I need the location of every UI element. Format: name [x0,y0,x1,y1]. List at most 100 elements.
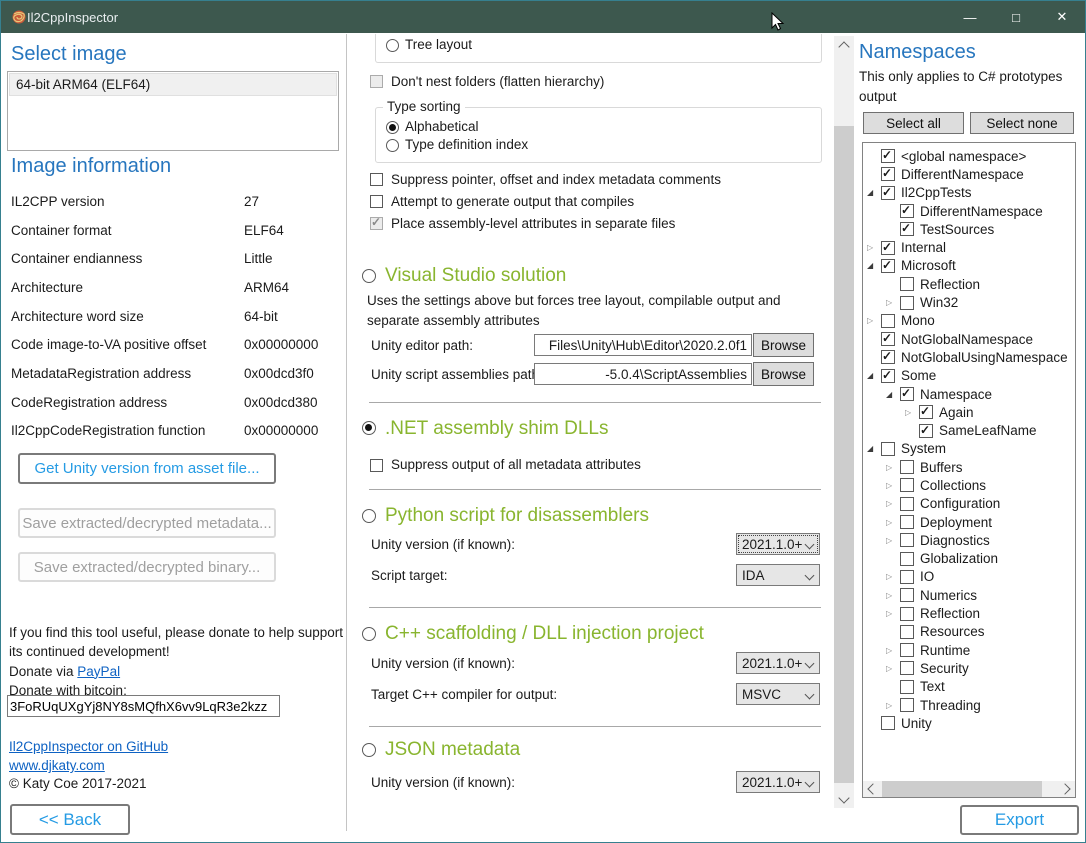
select-all-button[interactable]: Select all [863,112,964,134]
checkbox-row[interactable]: Attempt to generate output that compiles [370,191,721,213]
tree-checkbox[interactable] [900,680,914,694]
tree-item[interactable]: ▷Reflection [863,604,1075,622]
tree-item[interactable]: NotGlobalUsingNamespace [863,348,1075,366]
tree-item[interactable]: DifferentNamespace [863,202,1075,220]
tree-item[interactable]: ▷Mono [863,312,1075,330]
tree-checkbox[interactable] [900,570,914,584]
tree-checkbox[interactable] [900,387,914,401]
expander-collapsed-icon[interactable]: ▷ [886,298,900,307]
tree-checkbox[interactable] [881,442,895,456]
tree-item[interactable]: TestSources [863,220,1075,238]
python-unity-version-select[interactable]: 2021.1.0+ [736,533,820,555]
tree-checkbox[interactable] [900,643,914,657]
expander-collapsed-icon[interactable]: ▷ [886,463,900,472]
tree-item[interactable]: ▷Internal [863,238,1075,256]
expander-collapsed-icon[interactable]: ▷ [886,481,900,490]
tree-checkbox[interactable] [900,533,914,547]
tree-item[interactable]: NotGlobalNamespace [863,330,1075,348]
get-unity-version-button[interactable]: Get Unity version from asset file... [18,453,276,484]
minimize-button[interactable]: — [947,1,993,33]
export-button[interactable]: Export [960,805,1079,835]
main-scrollbar[interactable] [834,36,854,808]
tree-checkbox[interactable] [900,296,914,310]
expander-collapsed-icon[interactable]: ▷ [886,518,900,527]
tree-item[interactable]: ▷Security [863,659,1075,677]
tree-checkbox[interactable] [900,698,914,712]
expander-expanded-icon[interactable]: ◢ [867,261,881,270]
tree-checkbox[interactable] [881,716,895,730]
tree-checkbox[interactable] [881,332,895,346]
browse-assemblies-path-button[interactable]: Browse [753,362,814,386]
tree-item[interactable]: ◢Some [863,367,1075,385]
tree-checkbox[interactable] [900,552,914,566]
checkbox-row[interactable]: Suppress pointer, offset and index metad… [370,169,721,191]
sort-typedef-radio[interactable] [386,139,399,152]
tree-checkbox[interactable] [900,277,914,291]
tree-checkbox[interactable] [900,588,914,602]
expander-collapsed-icon[interactable]: ▷ [886,664,900,673]
tree-checkbox[interactable] [900,497,914,511]
expander-collapsed-icon[interactable]: ▷ [886,572,900,581]
checkbox[interactable] [370,173,383,186]
tree-item[interactable]: ▷IO [863,568,1075,586]
tree-item[interactable]: Globalization [863,550,1075,568]
tree-h-scrollbar[interactable] [863,781,1075,797]
tree-checkbox[interactable] [919,424,933,438]
expander-collapsed-icon[interactable]: ▷ [886,591,900,600]
expander-collapsed-icon[interactable]: ▷ [886,701,900,710]
tree-item[interactable]: Unity [863,714,1075,732]
unity-editor-path-input[interactable]: Files\Unity\Hub\Editor\2020.2.0f1 [534,334,752,356]
expander-collapsed-icon[interactable]: ▷ [886,536,900,545]
tree-item[interactable]: ▷Runtime [863,641,1075,659]
tree-item[interactable]: ◢Namespace [863,385,1075,403]
tree-checkbox[interactable] [881,241,895,255]
tree-item[interactable]: ▷Configuration [863,495,1075,513]
tree-checkbox[interactable] [900,478,914,492]
shim-dlls-radio[interactable] [362,421,376,435]
expander-expanded-icon[interactable]: ◢ [867,188,881,197]
expander-expanded-icon[interactable]: ◢ [867,444,881,453]
tree-checkbox[interactable] [900,222,914,236]
tree-checkbox[interactable] [900,204,914,218]
tree-checkbox[interactable] [881,149,895,163]
tree-checkbox[interactable] [881,167,895,181]
tree-checkbox[interactable] [881,186,895,200]
tree-checkbox[interactable] [900,515,914,529]
maximize-button[interactable]: □ [993,1,1039,33]
tree-item[interactable]: ▷Buffers [863,458,1075,476]
tree-item[interactable]: ▷Collections [863,476,1075,494]
scroll-right-icon[interactable] [1059,781,1075,797]
browse-editor-path-button[interactable]: Browse [753,333,814,357]
tree-item[interactable]: ▷Win32 [863,293,1075,311]
tree-item[interactable]: Resources [863,623,1075,641]
tree-item[interactable]: ▷Again [863,403,1075,421]
tree-item[interactable]: ◢Microsoft [863,257,1075,275]
tree-item[interactable]: <global namespace> [863,147,1075,165]
tree-item[interactable]: ◢Il2CppTests [863,184,1075,202]
script-assemblies-path-input[interactable]: -5.0.4\ScriptAssemblies [534,363,752,385]
tree-checkbox[interactable] [900,460,914,474]
tree-checkbox[interactable] [900,625,914,639]
scrollbar-thumb[interactable] [882,781,1042,797]
tree-checkbox[interactable] [900,607,914,621]
tree-checkbox[interactable] [881,369,895,383]
tree-checkbox[interactable] [900,661,914,675]
expander-collapsed-icon[interactable]: ▷ [867,243,881,252]
back-button[interactable]: << Back [10,804,130,835]
tree-item[interactable]: ▷Numerics [863,586,1075,604]
cpp-scaffolding-radio[interactable] [362,627,376,641]
scroll-up-icon[interactable] [834,36,854,53]
tree-checkbox[interactable] [881,350,895,364]
json-metadata-radio[interactable] [362,743,376,757]
scroll-down-icon[interactable] [834,791,854,808]
image-list-item[interactable]: 64-bit ARM64 (ELF64) [9,73,337,96]
tree-item[interactable]: ▷Threading [863,696,1075,714]
expander-collapsed-icon[interactable]: ▷ [886,499,900,508]
tree-item[interactable]: ▷Deployment [863,513,1075,531]
cpp-compiler-select[interactable]: MSVC [736,683,820,705]
tree-checkbox[interactable] [919,405,933,419]
suppress-metadata-attrs-checkbox[interactable] [370,459,383,472]
expander-expanded-icon[interactable]: ◢ [867,371,881,380]
visual-studio-radio[interactable] [362,269,376,283]
tree-checkbox[interactable] [881,314,895,328]
